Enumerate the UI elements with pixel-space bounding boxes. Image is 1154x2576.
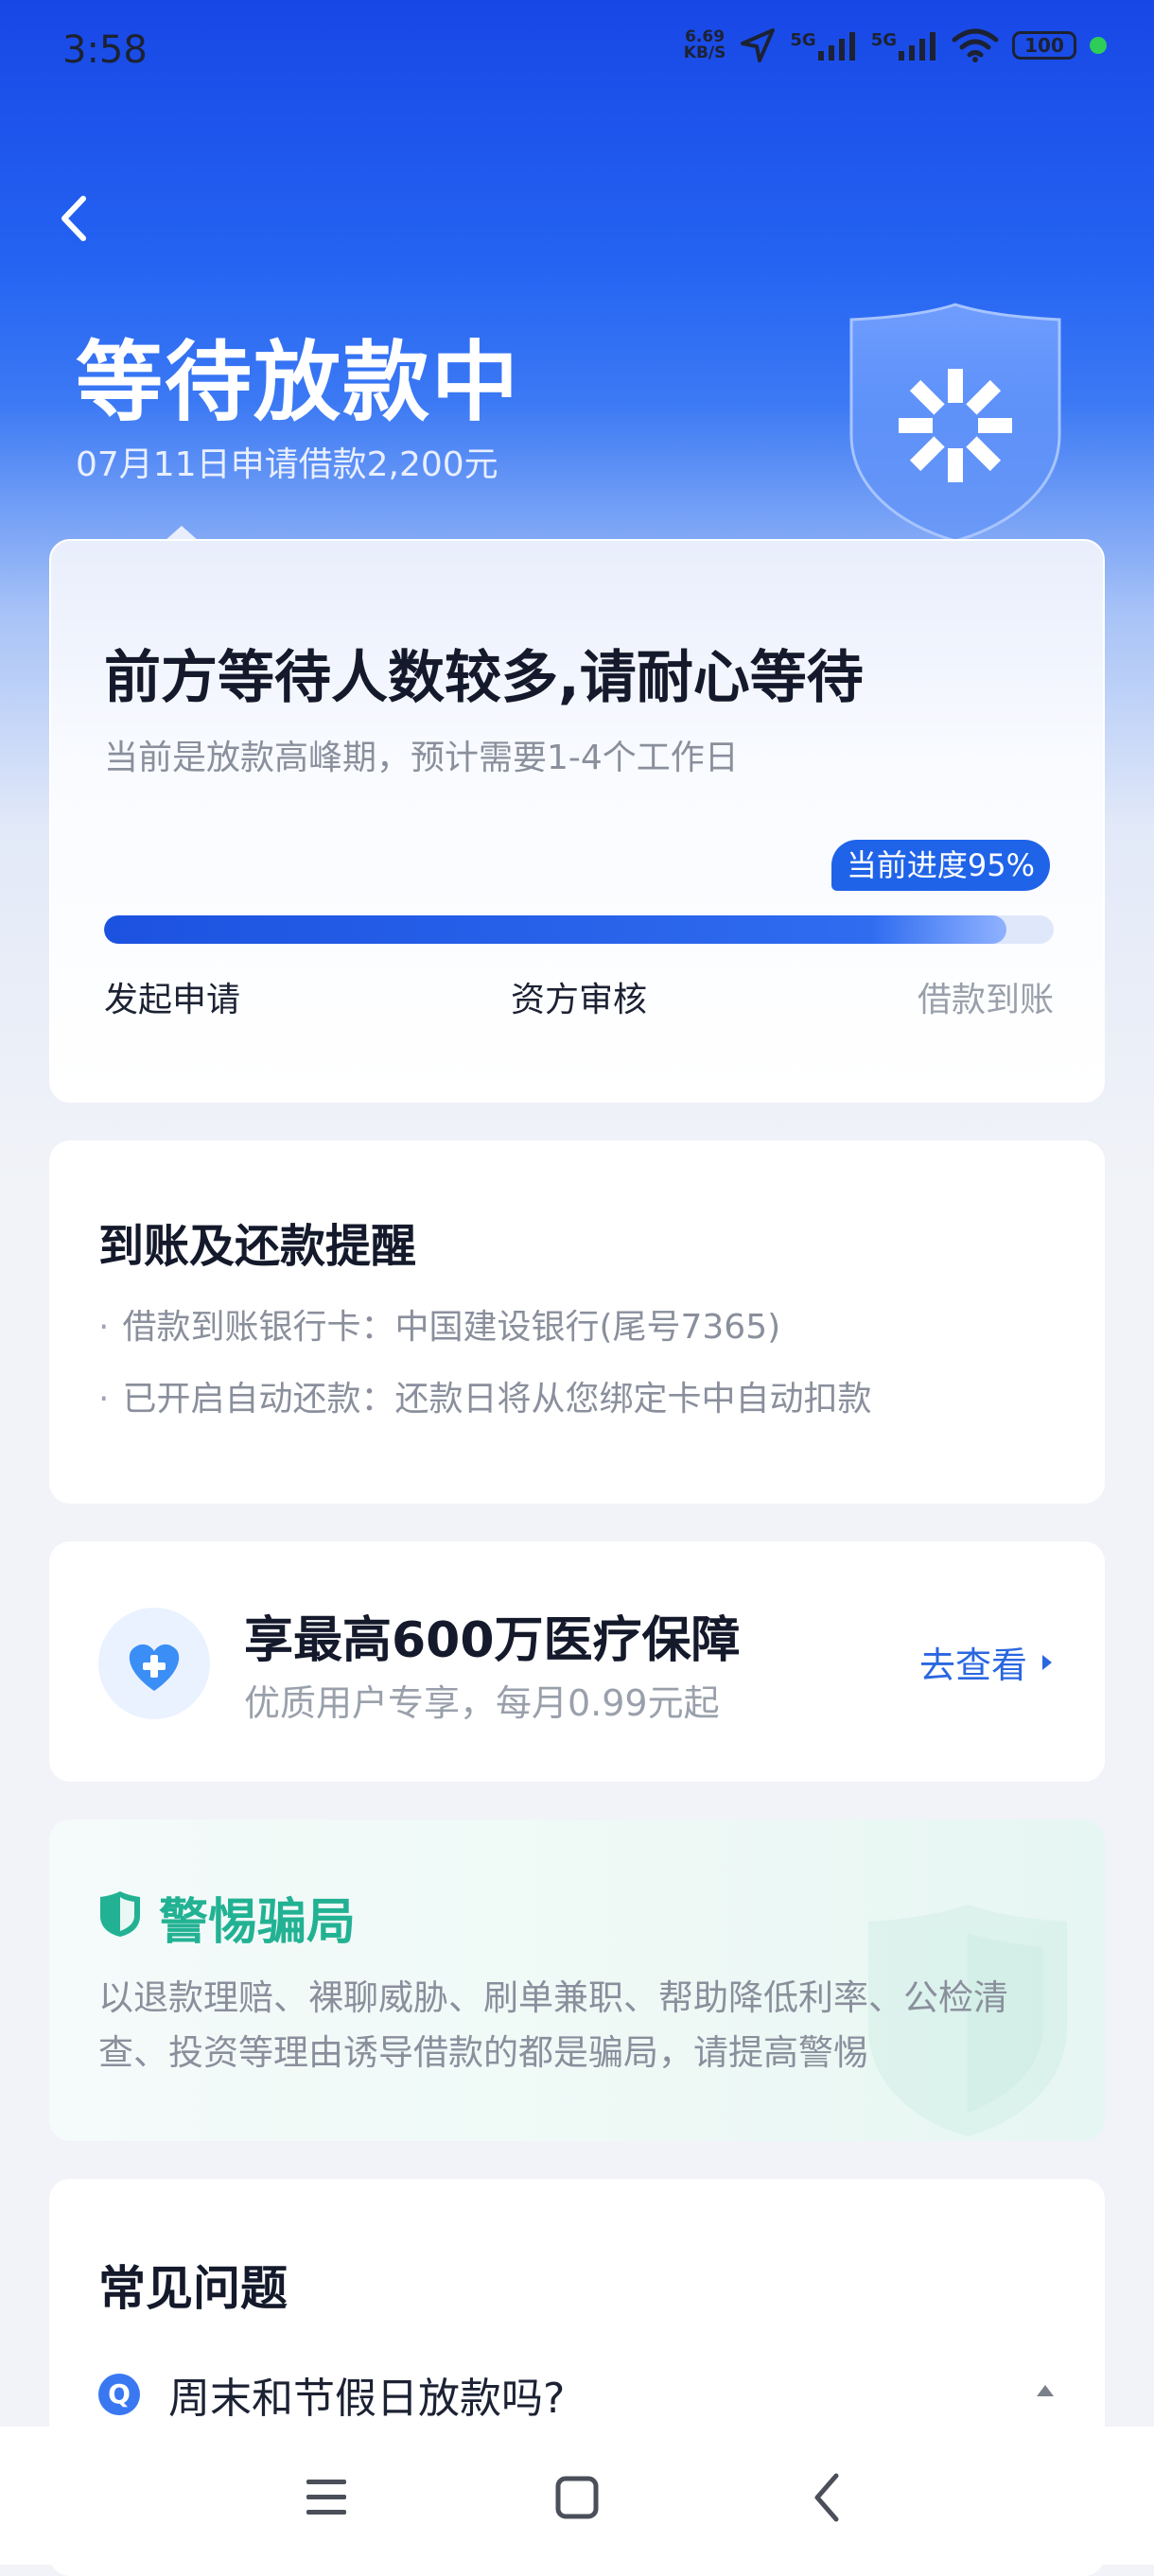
battery-indicator: 100 bbox=[1012, 31, 1076, 60]
location-icon bbox=[741, 28, 776, 62]
shield-check-icon bbox=[100, 1891, 140, 1937]
step-apply: 发起申请 bbox=[104, 981, 241, 1019]
page-title: 等待放款中 bbox=[76, 332, 521, 433]
fraud-warning-card: 警惕骗局 以退款理赔、裸聊威胁、刷单兼职、帮助降低利率、公检清查、投资等理由诱导… bbox=[49, 1819, 1105, 2141]
back-arrow-icon[interactable] bbox=[45, 185, 102, 252]
reminder-line-autopay: 已开启自动还款：还款日将从您绑定卡中自动扣款 bbox=[98, 1371, 871, 1420]
insurance-card[interactable]: 享最高600万医疗保障 优质用户专享，每月0.99元起 去查看 bbox=[49, 1541, 1105, 1782]
faq-item[interactable]: Q 周末和节假日放款吗? bbox=[98, 2364, 1054, 2423]
fraud-warning-title: 警惕骗局 bbox=[159, 1894, 357, 1951]
fraud-warning-text: 以退款理赔、裸聊威胁、刷单兼职、帮助降低利率、公检清查、投资等理由诱导借款的都是… bbox=[98, 1977, 1008, 2073]
view-insurance-label: 去查看 bbox=[918, 1645, 1027, 1686]
status-icons: 6.69 KB/S 5G 5G 100 bbox=[684, 26, 1107, 64]
net-speed-unit: KB/S bbox=[683, 44, 726, 62]
reminder-card: 到账及还款提醒 借款到账银行卡：中国建设银行(尾号7365) 已开启自动还款：还… bbox=[49, 1140, 1105, 1504]
menu-icon[interactable] bbox=[284, 2455, 369, 2540]
insurance-subtitle: 优质用户专享，每月0.99元起 bbox=[244, 1682, 720, 1724]
progress-note: 当前是放款高峰期，预计需要1-4个工作日 bbox=[104, 739, 739, 777]
progress-bar bbox=[104, 915, 1054, 944]
reminder-line-bank: 借款到账银行卡：中国建设银行(尾号7365) bbox=[98, 1299, 780, 1349]
progress-bar-fill bbox=[104, 915, 1006, 944]
signal-1: 5G bbox=[790, 30, 857, 61]
question-badge: Q bbox=[98, 2374, 140, 2415]
heart-plus-icon bbox=[129, 1644, 180, 1691]
progress-badge: 当前进度95% bbox=[831, 840, 1050, 891]
privacy-dot bbox=[1090, 37, 1107, 54]
step-review: 资方审核 bbox=[510, 981, 648, 1019]
shield-logo-icon bbox=[849, 303, 1061, 543]
collapse-arrow-icon[interactable] bbox=[1037, 2385, 1054, 2396]
signal-1-icon bbox=[817, 32, 855, 61]
view-insurance-link[interactable]: 去查看 bbox=[919, 1636, 1054, 1688]
page-subtitle: 07月11日申请借款2,200元 bbox=[76, 445, 498, 484]
signal-2-icon bbox=[899, 32, 935, 61]
reminder-title: 到账及还款提醒 bbox=[98, 1220, 417, 1273]
wifi-icon bbox=[952, 28, 999, 62]
status-bar: 3:58 6.69 KB/S 5G 5G 100 bbox=[0, 0, 1154, 104]
nav-back-icon[interactable] bbox=[785, 2455, 870, 2540]
caret-right-icon bbox=[1042, 1654, 1052, 1670]
status-time: 3:58 bbox=[62, 28, 148, 72]
step-arrival: 借款到账 bbox=[917, 981, 1054, 1019]
faq-title: 常见问题 bbox=[98, 2261, 288, 2316]
home-square-icon[interactable] bbox=[534, 2455, 620, 2540]
progress-heading: 前方等待人数较多,请耐心等待 bbox=[104, 645, 864, 711]
insurance-icon-wrap bbox=[98, 1608, 210, 1719]
system-nav-bar bbox=[0, 2427, 1154, 2565]
insurance-title: 享最高600万医疗保障 bbox=[244, 1612, 741, 1669]
faq-question-text: 周末和节假日放款吗? bbox=[168, 2375, 566, 2423]
progress-card: 前方等待人数较多,请耐心等待 当前是放款高峰期，预计需要1-4个工作日 当前进度… bbox=[49, 539, 1105, 1103]
net-speed: 6.69 KB/S bbox=[684, 29, 726, 61]
signal-2: 5G bbox=[871, 30, 938, 61]
signal-1-label: 5G bbox=[790, 30, 816, 50]
signal-2-label: 5G bbox=[870, 30, 897, 50]
